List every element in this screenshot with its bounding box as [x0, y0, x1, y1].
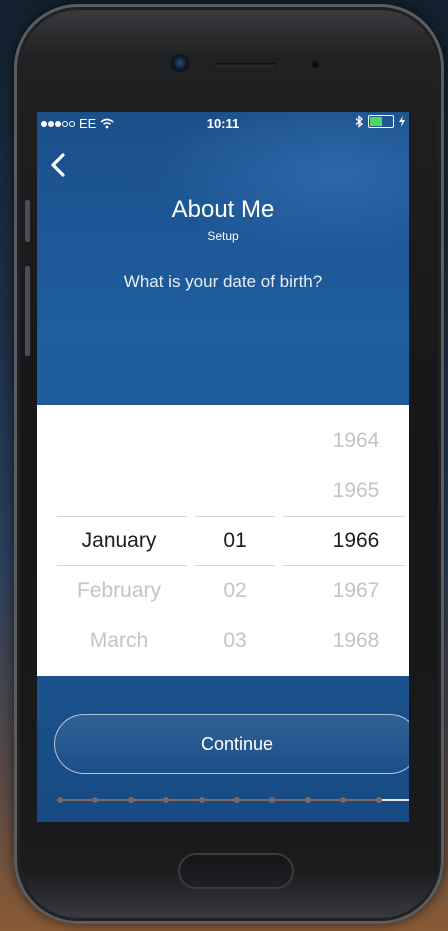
progress-step-dot: [92, 797, 98, 803]
progress-step-dot: [163, 797, 169, 803]
day-option[interactable]: 02: [175, 579, 295, 603]
year-selection-bottom-line: [283, 565, 405, 566]
question-text: What is your date of birth?: [123, 272, 323, 291]
month-option[interactable]: March: [59, 629, 179, 653]
year-option[interactable]: 1965: [296, 479, 409, 503]
charging-bolt-icon: [399, 116, 405, 127]
month-selection-bottom-line: [57, 565, 187, 566]
earpiece-speaker: [214, 63, 276, 68]
volume-button: [25, 266, 30, 356]
progress-step-dot: [199, 797, 205, 803]
progress-track: [57, 799, 409, 801]
progress-step-dot: [57, 797, 63, 803]
progress-step-dot: [305, 797, 311, 803]
bluetooth-icon: [355, 115, 363, 128]
front-camera: [171, 54, 189, 72]
status-bar: EE 10:11: [37, 112, 409, 134]
home-button[interactable]: [178, 853, 294, 889]
progress-step-dot: [269, 797, 275, 803]
month-option-selected[interactable]: January: [59, 529, 179, 553]
day-selection-bottom-line: [195, 565, 275, 566]
year-option[interactable]: 1968: [296, 629, 409, 653]
screen: EE 10:11 About Me Setup What is your dat…: [37, 112, 409, 822]
day-selection-top-line: [195, 516, 275, 517]
progress-step-dot: [340, 797, 346, 803]
back-button[interactable]: [47, 152, 69, 178]
progress-indicator: [57, 795, 409, 805]
mute-switch: [25, 200, 30, 242]
battery-icon: [368, 115, 394, 128]
date-picker[interactable]: 1964 1965 January 01 1966 February 02 19…: [37, 405, 409, 676]
page-title: About Me: [171, 196, 275, 223]
status-right: [355, 115, 405, 128]
year-selection-top-line: [283, 516, 405, 517]
progress-step-dot: [128, 797, 134, 803]
year-option-selected[interactable]: 1966: [296, 529, 409, 553]
progress-step-dot: [234, 797, 240, 803]
status-time: 10:11: [206, 116, 240, 131]
page-subtitle: Setup: [207, 229, 239, 243]
year-option[interactable]: 1967: [296, 579, 409, 603]
day-option[interactable]: 03: [175, 629, 295, 653]
proximity-sensor: [312, 61, 319, 68]
month-option[interactable]: February: [59, 579, 179, 603]
progress-step-dot: [376, 797, 382, 803]
year-option[interactable]: 1964: [296, 429, 409, 453]
continue-button[interactable]: Continue: [54, 714, 409, 774]
chevron-left-icon: [51, 153, 65, 177]
day-option-selected[interactable]: 01: [175, 529, 295, 553]
month-selection-top-line: [57, 516, 187, 517]
